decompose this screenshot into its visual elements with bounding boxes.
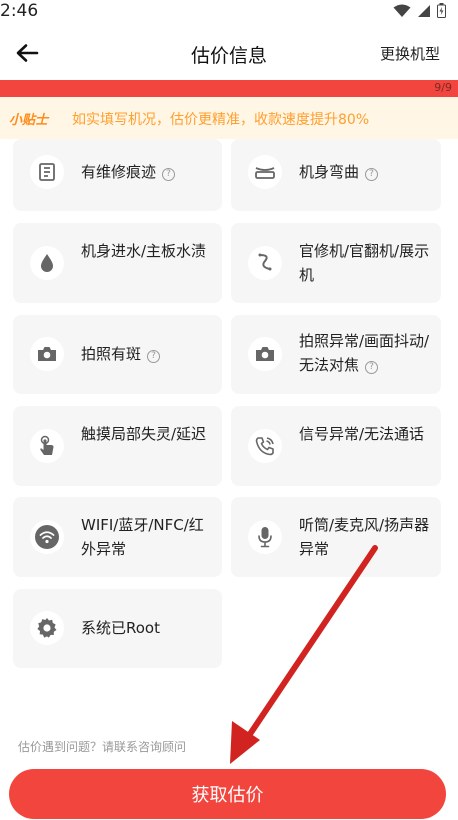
gear-icon <box>30 611 64 645</box>
status-icons <box>393 3 446 22</box>
progress-text: 9/9 <box>434 81 452 94</box>
option-audio-abnormal[interactable]: 听筒/麦克风/扬声器异常 <box>231 497 441 577</box>
status-bar: 2:46 <box>0 0 458 24</box>
get-quote-button[interactable]: 获取估价 <box>9 769 446 819</box>
option-label: 机身弯曲? <box>299 160 431 184</box>
option-official-refurbished[interactable]: 官修机/官翻机/展示机 <box>231 223 441 303</box>
option-label: 拍照异常/画面抖动/无法对焦? <box>299 332 430 374</box>
option-wireless-abnormal[interactable]: WIFI/蓝牙/NFC/红外异常 <box>13 497 222 577</box>
repair-icon <box>30 155 64 189</box>
option-rooted[interactable]: 系统已Root <box>13 589 222 668</box>
tip-label: 小贴士 <box>9 113 49 128</box>
microphone-icon <box>248 520 282 554</box>
option-signal-abnormal[interactable]: 信号异常/无法通话 <box>231 406 441 486</box>
option-label: 听筒/麦克风/扬声器异常 <box>299 516 430 558</box>
option-label: 官修机/官翻机/展示机 <box>299 242 430 284</box>
tip-text: 如实填写机况，估价更精准，收款速度提升80% <box>72 112 370 128</box>
phone-icon <box>248 429 282 463</box>
status-time: 2:46 <box>0 1 39 21</box>
help-icon[interactable]: ? <box>365 168 379 181</box>
help-icon[interactable]: ? <box>365 361 379 374</box>
option-bent-body[interactable]: 机身弯曲? <box>231 139 441 211</box>
option-label: 拍照有斑? <box>81 342 212 366</box>
help-icon[interactable]: ? <box>147 350 161 363</box>
option-label: 触摸局部失灵/延迟 <box>81 425 207 443</box>
battery-icon <box>437 3 446 22</box>
camera-icon <box>30 337 64 371</box>
wifi-icon <box>393 3 411 22</box>
option-touch-failure[interactable]: 触摸局部失灵/延迟 <box>13 406 222 486</box>
progress-bar: 9/9 <box>0 80 458 97</box>
option-photo-abnormal[interactable]: 拍照异常/画面抖动/无法对焦? <box>231 315 441 394</box>
help-icon[interactable]: ? <box>162 168 176 181</box>
option-photo-spots[interactable]: 拍照有斑? <box>13 315 222 394</box>
progress-fill <box>0 80 458 97</box>
official-repair-icon <box>248 246 282 280</box>
signal-icon <box>417 3 431 22</box>
option-label: 有维修痕迹? <box>81 160 212 184</box>
change-model-button[interactable]: 更换机型 <box>380 43 440 64</box>
bent-body-icon <box>248 155 282 189</box>
option-repair-traces[interactable]: 有维修痕迹? <box>13 139 222 211</box>
option-water-damage[interactable]: 机身进水/主板水渍 <box>13 223 222 303</box>
water-drop-icon <box>30 246 64 280</box>
option-label: 机身进水/主板水渍 <box>81 242 207 260</box>
option-label: WIFI/蓝牙/NFC/红外异常 <box>81 516 204 558</box>
option-label: 信号异常/无法通话 <box>299 425 425 443</box>
touch-icon <box>30 429 64 463</box>
wifi-icon <box>30 520 64 554</box>
top-nav: 估价信息 更换机型 <box>0 30 458 76</box>
contact-advisor-link[interactable]: 估价遇到问题？请联系咨询顾问 <box>18 738 186 755</box>
camera-icon <box>248 337 282 371</box>
tip-banner: 小贴士 如实填写机况，估价更精准，收款速度提升80% <box>0 97 458 139</box>
option-label: 系统已Root <box>81 619 160 637</box>
